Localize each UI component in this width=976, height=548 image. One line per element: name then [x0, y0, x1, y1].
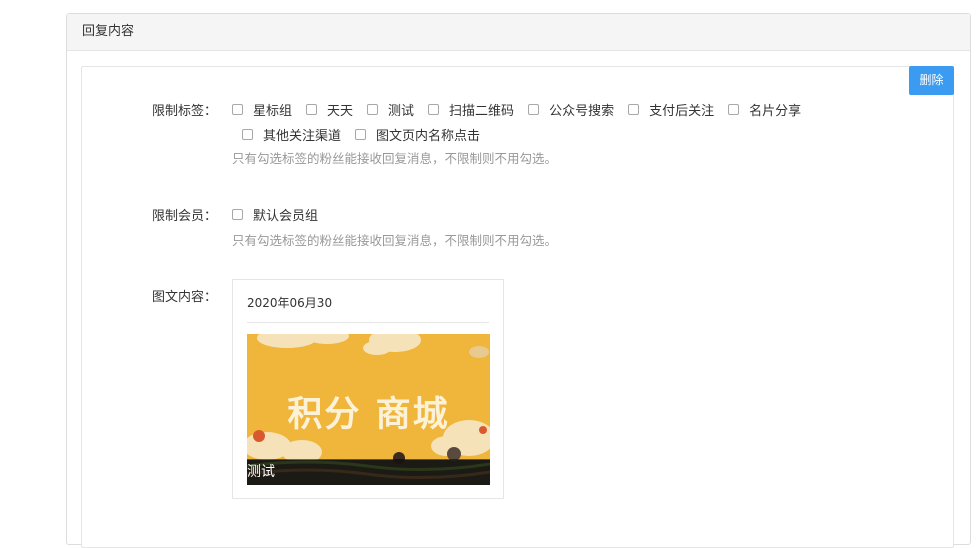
limit-members-help: 只有勾选标签的粉丝能接收回复消息，不限制则不用勾选。	[232, 233, 558, 248]
tag-option-ceshi[interactable]: 测试	[367, 100, 414, 119]
reply-content-panel: 回复内容 删除 限制标签： 星标组 天天 测试 扫描二维码 公众号搜索 支付后关…	[66, 13, 971, 548]
checkbox[interactable]	[232, 104, 243, 115]
panel-title: 回复内容	[67, 14, 970, 51]
checkbox[interactable]	[728, 104, 740, 115]
tag-option-official-search[interactable]: 公众号搜索	[528, 100, 614, 119]
tag-option-pay-follow[interactable]: 支付后关注	[628, 100, 714, 119]
limit-members-line: 默认会员组	[232, 202, 872, 227]
checkbox[interactable]	[367, 104, 379, 115]
member-option-default[interactable]: 默认会员组	[232, 205, 318, 224]
tag-option-tiantian[interactable]: 天天	[306, 100, 353, 119]
limit-tags-line-1: 星标组 天天 测试 扫描二维码 公众号搜索 支付后关注 名片分享	[232, 97, 872, 122]
news-date: 2020年06月30	[247, 296, 333, 310]
checkbox[interactable]	[242, 129, 253, 140]
limit-tags-help: 只有勾选标签的粉丝能接收回复消息，不限制则不用勾选。	[232, 151, 558, 166]
limit-tags-label: 限制标签：	[152, 104, 218, 119]
checkbox[interactable]	[628, 104, 640, 115]
cover-title-text: 积分 商城	[287, 395, 450, 435]
reply-item-box: 删除 限制标签： 星标组 天天 测试 扫描二维码 公众号搜索 支付后关注 名片分…	[81, 66, 954, 548]
limit-tags-line-2: 其他关注渠道 图文页内名称点击	[232, 122, 872, 147]
tag-option-other-channels[interactable]: 其他关注渠道	[242, 125, 341, 144]
news-content-label: 图文内容：	[152, 290, 218, 305]
limit-tags-options: 星标组 天天 测试 扫描二维码 公众号搜索 支付后关注 名片分享 其他关注渠道 …	[232, 97, 872, 169]
delete-button[interactable]: 删除	[909, 66, 954, 95]
news-caption: 测试	[247, 459, 490, 485]
tag-option-scan-qrcode[interactable]: 扫描二维码	[428, 100, 514, 119]
checkbox[interactable]	[528, 104, 540, 115]
news-card[interactable]: 2020年06月30 积分 商城 测试	[232, 279, 504, 499]
limit-members-options: 默认会员组 只有勾选标签的粉丝能接收回复消息，不限制则不用勾选。	[232, 202, 872, 251]
checkbox[interactable]	[428, 104, 440, 115]
checkbox[interactable]	[306, 104, 318, 115]
checkbox[interactable]	[355, 129, 367, 140]
tag-option-news-click[interactable]: 图文页内名称点击	[355, 125, 480, 144]
limit-members-label: 限制会员：	[152, 209, 218, 224]
checkbox[interactable]	[232, 209, 243, 220]
tag-option-card-share[interactable]: 名片分享	[728, 100, 801, 119]
divider	[247, 322, 489, 323]
news-cover-image: 积分 商城 测试	[247, 334, 490, 485]
tag-option-xingbiaozu[interactable]: 星标组	[232, 100, 292, 119]
